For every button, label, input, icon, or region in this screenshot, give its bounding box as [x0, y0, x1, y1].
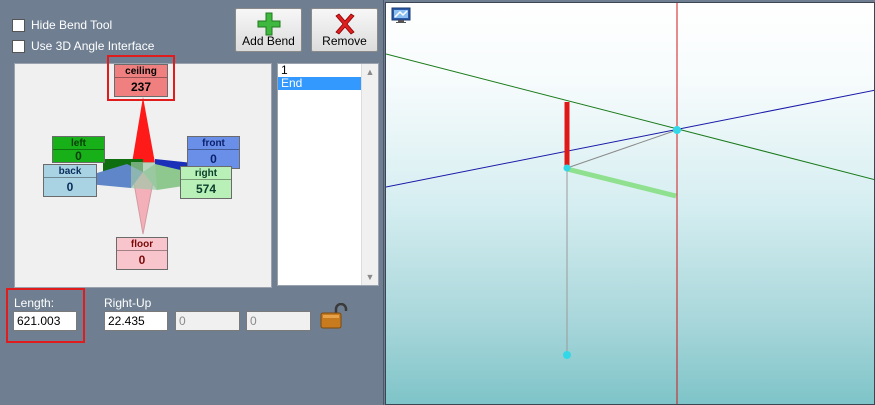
angle-input-3 — [246, 311, 311, 331]
add-bend-button[interactable]: Add Bend — [235, 8, 302, 52]
add-bend-label: Add Bend — [242, 34, 295, 48]
length-highlight — [6, 288, 85, 343]
end-node[interactable] — [563, 351, 571, 359]
angle-direction-label: Right-Up — [104, 296, 152, 310]
3d-scene — [386, 3, 874, 404]
back-label: back — [44, 165, 96, 178]
bend-tool-panel: Hide Bend Tool Use 3D Angle Interface Ad… — [0, 0, 384, 405]
bend-node[interactable] — [563, 164, 571, 172]
x-icon — [334, 13, 355, 35]
use-3d-angle-checkbox[interactable]: Use 3D Angle Interface — [12, 39, 154, 53]
plus-icon — [257, 12, 280, 36]
3d-viewport[interactable] — [385, 2, 875, 405]
bend-connector-line — [566, 129, 678, 169]
front-direction[interactable]: front 0 — [187, 136, 240, 169]
floor-label: floor — [117, 238, 167, 251]
list-scrollbar[interactable]: ▲ ▼ — [361, 64, 378, 285]
right-segment[interactable] — [566, 166, 677, 199]
unlock-icon[interactable] — [319, 303, 349, 329]
scroll-down-icon[interactable]: ▼ — [362, 269, 378, 285]
checkbox-box[interactable] — [12, 39, 25, 53]
right-direction[interactable]: right 574 — [180, 166, 232, 199]
list-item-selected[interactable]: End — [278, 77, 361, 90]
axis-origin-node[interactable] — [673, 126, 681, 134]
floor-value: 0 — [138, 253, 146, 267]
green-axis-line — [386, 53, 874, 181]
ceiling-arrow[interactable] — [132, 97, 155, 163]
left-direction[interactable]: left 0 — [52, 136, 105, 163]
right-label: right — [181, 167, 231, 180]
hide-bend-tool-label: Hide Bend Tool — [31, 18, 113, 32]
ceiling-highlight — [107, 55, 175, 101]
right-value: 574 — [195, 182, 217, 196]
back-value: 0 — [66, 180, 74, 194]
blue-axis-line — [386, 89, 874, 188]
hide-bend-tool-checkbox[interactable]: Hide Bend Tool — [12, 18, 112, 32]
checkbox-box[interactable] — [12, 18, 25, 32]
bend-list[interactable]: 1 End ▲ ▼ — [277, 63, 379, 286]
remove-button[interactable]: Remove — [311, 8, 378, 52]
angle-input-1[interactable] — [104, 311, 168, 331]
back-direction[interactable]: back 0 — [43, 164, 97, 197]
floor-direction[interactable]: floor 0 — [116, 237, 168, 270]
left-value: 0 — [75, 149, 82, 163]
use-3d-angle-label: Use 3D Angle Interface — [31, 39, 155, 53]
center-joint — [131, 162, 157, 190]
front-label: front — [188, 137, 239, 150]
remove-label: Remove — [322, 34, 367, 48]
angle-input-2 — [175, 311, 240, 331]
scroll-up-icon[interactable]: ▲ — [362, 64, 378, 80]
